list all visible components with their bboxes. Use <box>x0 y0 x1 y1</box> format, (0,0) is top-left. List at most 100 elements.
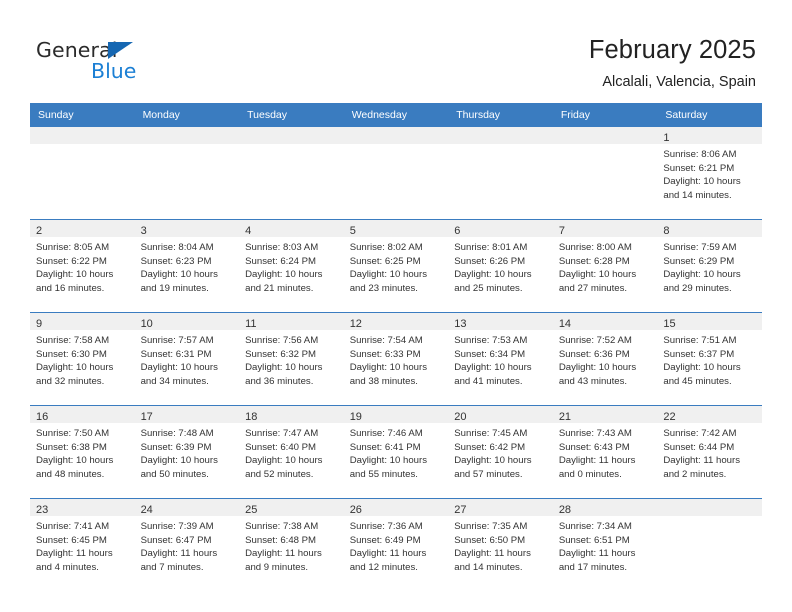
day-detail-line: Daylight: 11 hours <box>349 548 427 560</box>
day-detail-line: Daylight: 10 hours <box>663 176 741 188</box>
calendar-day-cell[interactable]: 9 Sunrise: 7:58 AM Sunset: 6:30 PM Daylight… <box>30 313 135 405</box>
calendar-cell: 5 Sunrise: 8:02 AM Sunset: 6:25 PM Daylight… <box>343 219 449 313</box>
calendar-day-cell[interactable]: 6 Sunrise: 8:01 AM Sunset: 6:26 PM Daylight… <box>448 220 553 312</box>
day-details: Sunrise: 7:58 AM Sunset: 6:30 PM Daylight:… <box>30 330 135 388</box>
calendar-day-cell[interactable]: 7 Sunrise: 8:00 AM Sunset: 6:28 PM Daylight… <box>552 220 658 312</box>
calendar-day-cell[interactable]: 19 Sunrise: 7:46 AM Sunset: 6:41 PM Dayligh… <box>343 406 449 498</box>
calendar-empty-cell <box>552 127 658 219</box>
weekday-header-monday: Monday <box>134 103 240 127</box>
calendar-day-cell[interactable]: 15 Sunrise: 7:51 AM Sunset: 6:37 PM Dayligh… <box>657 313 762 405</box>
calendar-day-cell[interactable]: 26 Sunrise: 7:36 AM Sunset: 6:49 PM Dayligh… <box>343 499 449 591</box>
calendar-cell: 3 Sunrise: 8:04 AM Sunset: 6:23 PM Daylight… <box>134 219 240 313</box>
calendar-day-cell[interactable]: 12 Sunrise: 7:54 AM Sunset: 6:33 PM Dayligh… <box>343 313 449 405</box>
calendar-day-cell[interactable]: 25 Sunrise: 7:38 AM Sunset: 6:48 PM Dayligh… <box>239 499 344 591</box>
calendar-day-cell[interactable]: 13 Sunrise: 7:53 AM Sunset: 6:34 PM Dayligh… <box>448 313 553 405</box>
calendar-day-cell[interactable]: 27 Sunrise: 7:35 AM Sunset: 6:50 PM Dayligh… <box>448 499 553 591</box>
calendar-cell: 11 Sunrise: 7:56 AM Sunset: 6:32 PM Dayligh… <box>239 312 344 406</box>
calendar-day-cell[interactable]: 2 Sunrise: 8:05 AM Sunset: 6:22 PM Daylight… <box>30 220 135 312</box>
day-detail-line: Sunset: 6:28 PM <box>558 255 630 267</box>
calendar-day-cell[interactable]: 23 Sunrise: 7:41 AM Sunset: 6:45 PM Dayligh… <box>30 499 135 591</box>
calendar-cell: 20 Sunrise: 7:45 AM Sunset: 6:42 PM Dayligh… <box>448 405 553 499</box>
calendar-body: 1 Sunrise: 8:06 AM Sunset: 6:21 PM Daylight… <box>30 127 762 591</box>
day-detail-line: and 29 minutes. <box>663 282 732 294</box>
calendar-empty-cell <box>134 127 240 219</box>
day-detail-line: Daylight: 11 hours <box>36 548 113 560</box>
day-detail-line: and 41 minutes. <box>454 375 523 387</box>
calendar-day-cell[interactable]: 16 Sunrise: 7:50 AM Sunset: 6:38 PM Dayligh… <box>30 406 135 498</box>
calendar-cell: 16 Sunrise: 7:50 AM Sunset: 6:38 PM Dayligh… <box>30 405 135 499</box>
day-detail-line: and 14 minutes. <box>454 561 523 573</box>
day-detail-line: Sunset: 6:39 PM <box>140 441 212 453</box>
calendar-day-cell[interactable]: 4 Sunrise: 8:03 AM Sunset: 6:24 PM Daylight… <box>239 220 344 312</box>
day-number-band <box>448 127 553 144</box>
calendar-cell: 27 Sunrise: 7:35 AM Sunset: 6:50 PM Dayligh… <box>448 498 553 591</box>
calendar-cell: 4 Sunrise: 8:03 AM Sunset: 6:24 PM Daylight… <box>239 219 344 313</box>
day-number-band: 15 <box>657 313 762 330</box>
calendar-day-cell[interactable]: 14 Sunrise: 7:52 AM Sunset: 6:36 PM Dayligh… <box>552 313 658 405</box>
day-number-band: 9 <box>30 313 135 330</box>
day-detail-line: Daylight: 11 hours <box>245 548 322 560</box>
calendar-cell: 25 Sunrise: 7:38 AM Sunset: 6:48 PM Dayligh… <box>239 498 344 591</box>
day-details: Sunrise: 7:34 AM Sunset: 6:51 PM Daylight:… <box>553 516 658 574</box>
day-number: 22 <box>663 411 676 423</box>
calendar-day-cell[interactable]: 1 Sunrise: 8:06 AM Sunset: 6:21 PM Daylight… <box>657 127 762 219</box>
calendar-day-cell[interactable]: 8 Sunrise: 7:59 AM Sunset: 6:29 PM Daylight… <box>657 220 762 312</box>
day-number-band: 3 <box>134 220 240 237</box>
calendar-day-cell[interactable]: 11 Sunrise: 7:56 AM Sunset: 6:32 PM Dayligh… <box>239 313 344 405</box>
weekday-header-thursday: Thursday <box>448 103 553 127</box>
day-detail-line: Sunrise: 7:56 AM <box>245 335 319 346</box>
day-details: Sunrise: 7:59 AM Sunset: 6:29 PM Daylight:… <box>657 237 762 295</box>
day-detail-line: Daylight: 10 hours <box>36 362 114 374</box>
day-detail-line: Sunset: 6:29 PM <box>663 255 735 267</box>
day-number: 16 <box>36 411 49 423</box>
day-detail-line: and 32 minutes. <box>36 375 105 387</box>
calendar-cell: 7 Sunrise: 8:00 AM Sunset: 6:28 PM Daylight… <box>552 219 658 313</box>
day-number-band: 20 <box>448 406 553 423</box>
day-detail-line: Daylight: 11 hours <box>663 455 740 467</box>
day-detail-line: Sunrise: 8:05 AM <box>36 242 110 253</box>
day-number: 26 <box>349 504 362 516</box>
calendar-cell <box>552 127 658 220</box>
calendar-day-cell[interactable]: 17 Sunrise: 7:48 AM Sunset: 6:39 PM Dayligh… <box>134 406 240 498</box>
day-detail-line: Daylight: 11 hours <box>454 548 531 560</box>
day-detail-line: Daylight: 10 hours <box>349 362 428 374</box>
day-number: 7 <box>558 225 565 237</box>
day-detail-line: and 0 minutes. <box>558 468 622 480</box>
day-detail-line: Daylight: 10 hours <box>663 362 741 374</box>
calendar-day-cell[interactable]: 10 Sunrise: 7:57 AM Sunset: 6:31 PM Dayligh… <box>134 313 240 405</box>
day-number-band: 1 <box>657 127 762 144</box>
day-detail-line: Daylight: 10 hours <box>454 455 532 467</box>
logo[interactable]: General Blue <box>36 38 236 86</box>
calendar-day-cell[interactable]: 21 Sunrise: 7:43 AM Sunset: 6:43 PM Dayligh… <box>552 406 658 498</box>
calendar-day-cell[interactable]: 18 Sunrise: 7:47 AM Sunset: 6:40 PM Dayligh… <box>239 406 344 498</box>
day-detail-line: Sunset: 6:43 PM <box>558 441 630 453</box>
day-number-band: 2 <box>30 220 135 237</box>
day-detail-line: Sunrise: 7:45 AM <box>454 428 528 439</box>
day-number-band: 26 <box>343 499 449 516</box>
calendar-day-cell[interactable]: 5 Sunrise: 8:02 AM Sunset: 6:25 PM Daylight… <box>343 220 449 312</box>
calendar-day-cell[interactable]: 24 Sunrise: 7:39 AM Sunset: 6:47 PM Dayligh… <box>134 499 240 591</box>
calendar-day-cell[interactable]: 22 Sunrise: 7:42 AM Sunset: 6:44 PM Dayligh… <box>657 406 762 498</box>
day-detail-line: Sunset: 6:24 PM <box>245 255 317 267</box>
day-detail-line: Sunrise: 8:04 AM <box>140 242 214 253</box>
day-detail-line: Sunset: 6:22 PM <box>36 255 107 267</box>
day-detail-line: Sunrise: 7:51 AM <box>663 335 737 346</box>
day-detail-line: and 38 minutes. <box>349 375 418 387</box>
page-header: General Blue February 2025 Alcalali, Val… <box>0 0 792 103</box>
calendar-week-row: 2 Sunrise: 8:05 AM Sunset: 6:22 PM Daylight… <box>30 219 762 313</box>
day-number: 23 <box>36 504 49 516</box>
day-detail-line: and 2 minutes. <box>663 468 727 480</box>
day-detail-line: Sunset: 6:38 PM <box>36 441 107 453</box>
day-detail-line: Sunrise: 8:00 AM <box>558 242 632 253</box>
day-detail-line: and 4 minutes. <box>36 561 99 573</box>
day-detail-line: and 9 minutes. <box>245 561 309 573</box>
calendar-cell: 21 Sunrise: 7:43 AM Sunset: 6:43 PM Dayligh… <box>552 405 658 499</box>
day-detail-line: and 34 minutes. <box>140 375 209 387</box>
calendar-cell: 9 Sunrise: 7:58 AM Sunset: 6:30 PM Daylight… <box>30 312 135 406</box>
calendar-day-cell[interactable]: 3 Sunrise: 8:04 AM Sunset: 6:23 PM Daylight… <box>134 220 240 312</box>
day-detail-line: Sunrise: 8:02 AM <box>349 242 423 253</box>
calendar-day-cell[interactable]: 28 Sunrise: 7:34 AM Sunset: 6:51 PM Dayligh… <box>552 499 658 591</box>
calendar-day-cell[interactable]: 20 Sunrise: 7:45 AM Sunset: 6:42 PM Dayligh… <box>448 406 553 498</box>
day-number: 3 <box>140 225 147 237</box>
day-detail-line: Sunrise: 7:36 AM <box>349 521 423 532</box>
